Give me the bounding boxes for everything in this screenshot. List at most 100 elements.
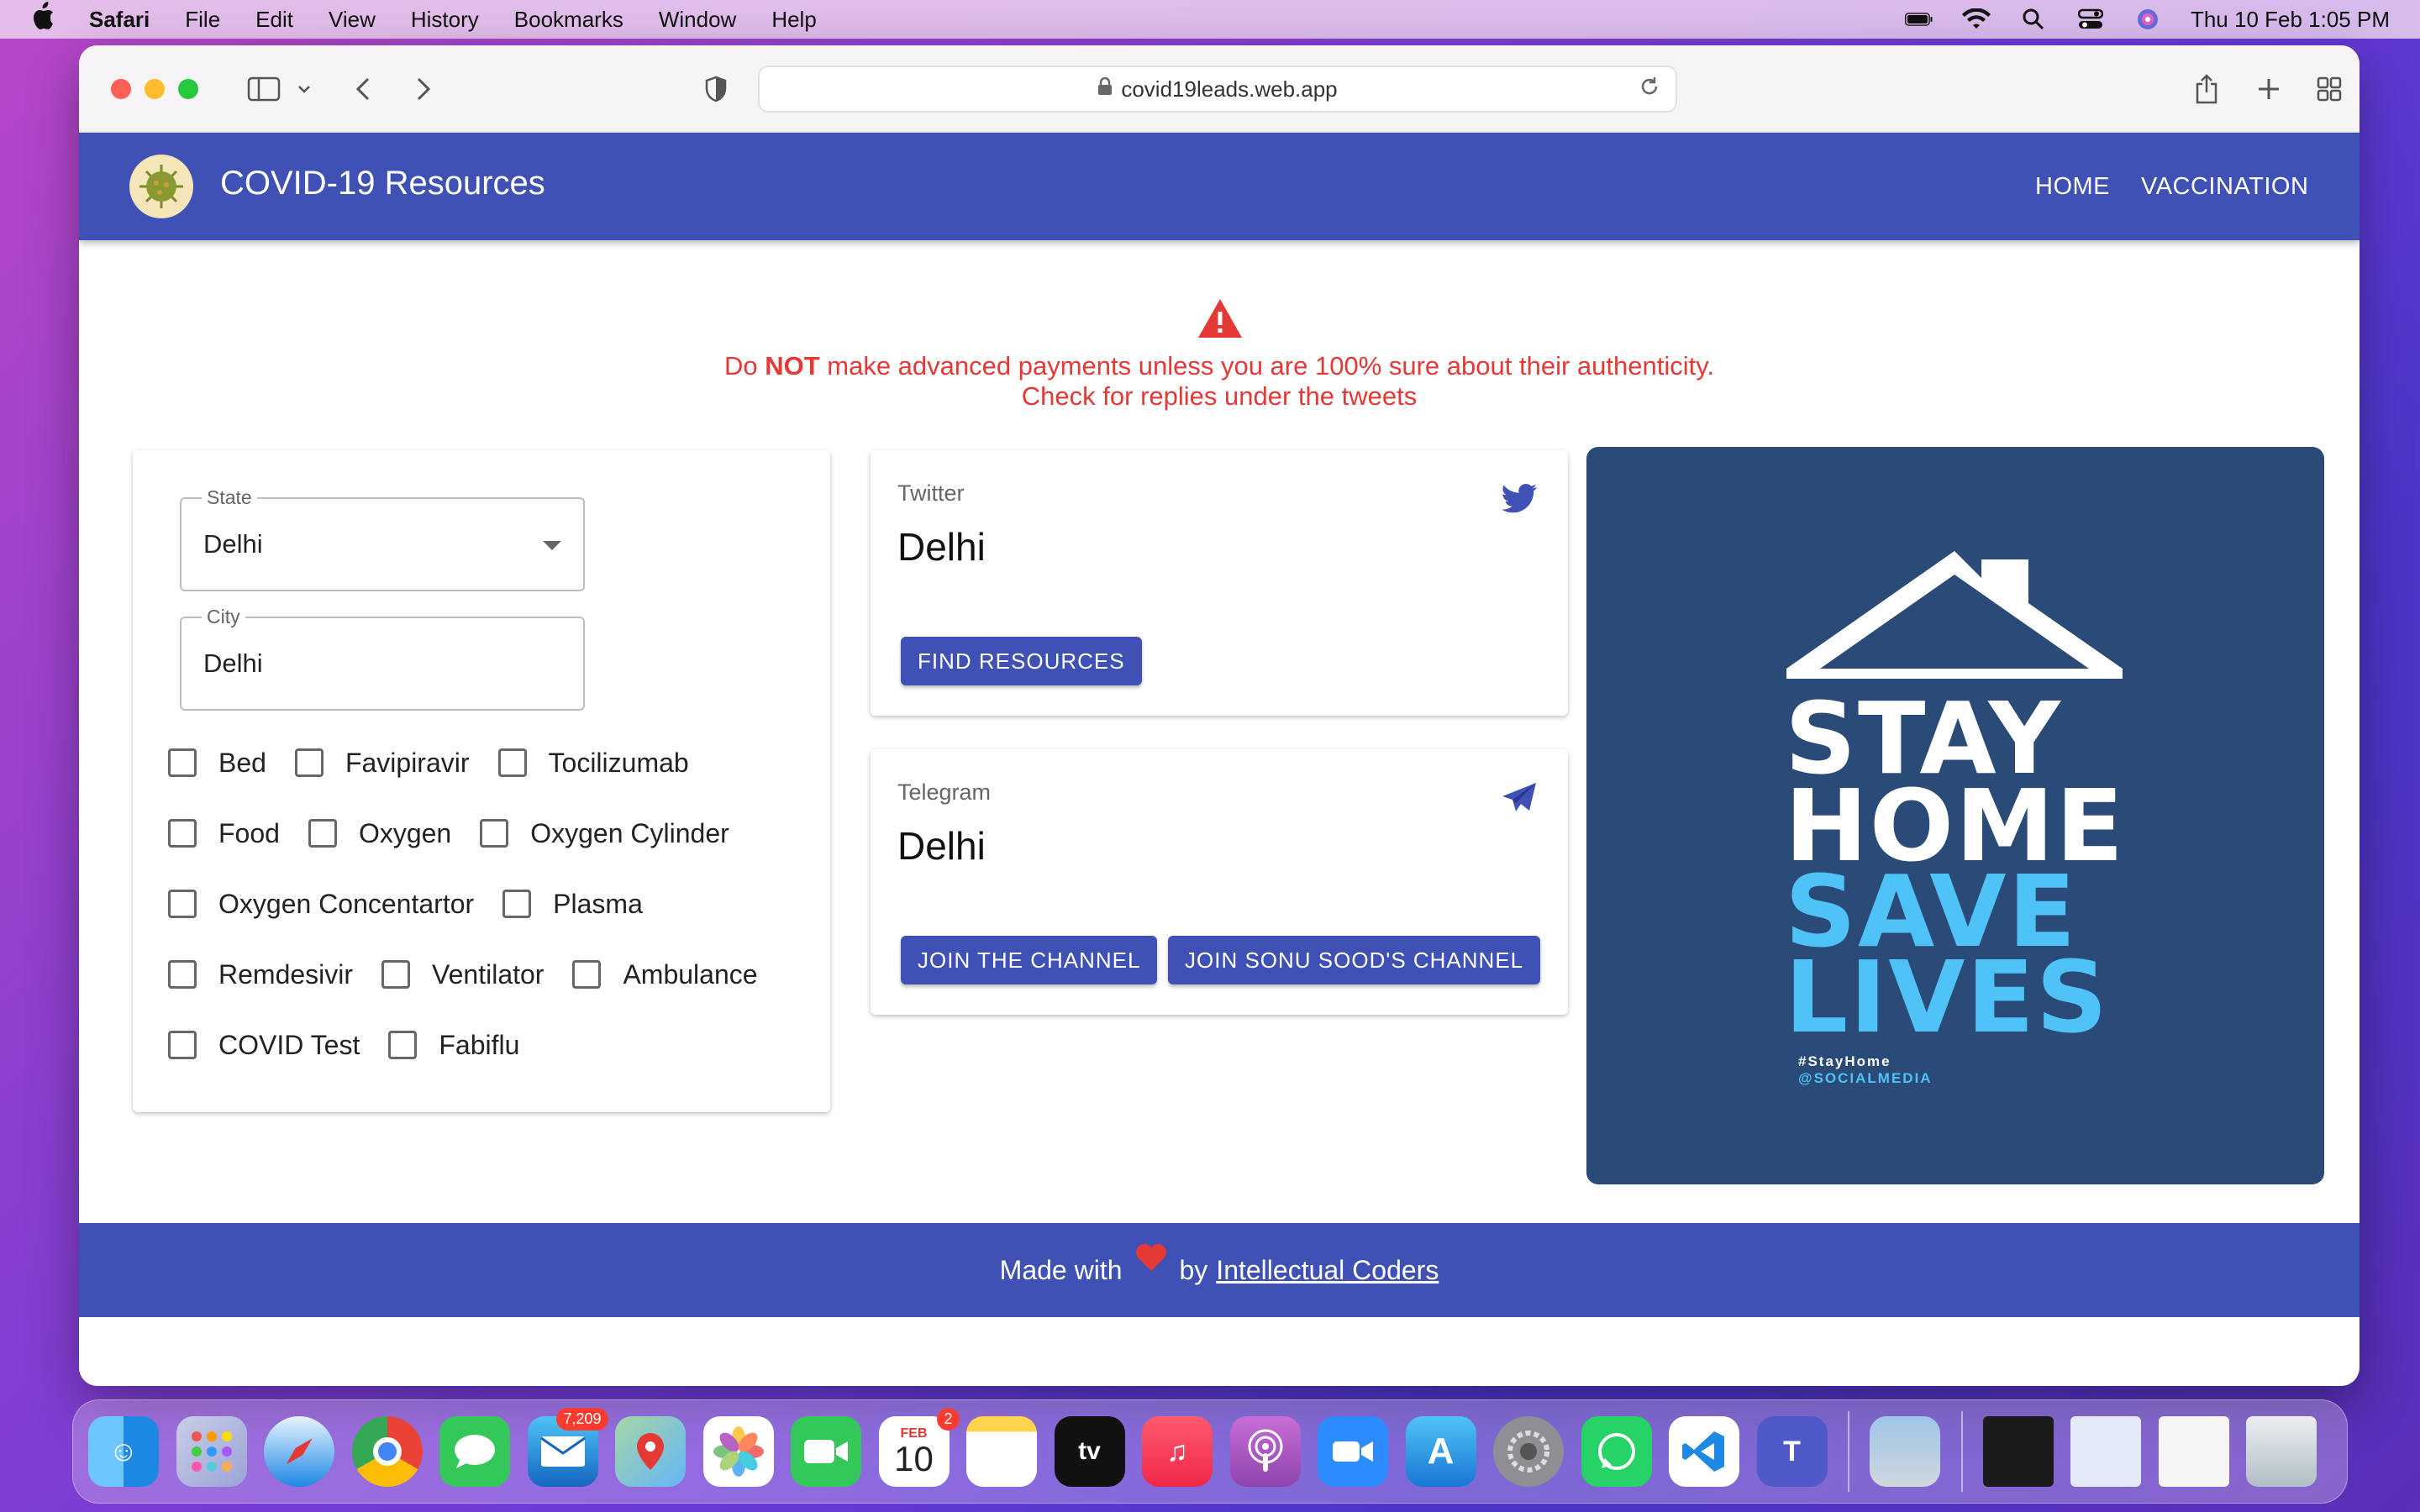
twitter-card-title: Delhi	[897, 525, 986, 569]
checkbox-bed[interactable]: Bed	[168, 748, 266, 779]
checkbox-box[interactable]	[480, 819, 509, 848]
minimized-window-browser[interactable]	[2070, 1416, 2141, 1487]
telegram-card-title: Delhi	[897, 824, 986, 868]
menubar-clock[interactable]: Thu 10 Feb 1:05 PM	[2191, 7, 2390, 33]
checkbox-box[interactable]	[308, 819, 337, 848]
apple-menu-icon[interactable]	[30, 2, 60, 37]
facetime-icon[interactable]	[791, 1416, 861, 1487]
launchpad-icon[interactable]	[176, 1416, 247, 1487]
checkbox-box[interactable]	[168, 748, 197, 777]
nav-home[interactable]: HOME	[2035, 173, 2110, 201]
sidebar-toggle-icon[interactable]	[244, 72, 284, 106]
privacy-shield-icon[interactable]	[701, 72, 731, 106]
share-icon[interactable]	[2190, 72, 2223, 106]
join-sonu-sood-channel-button[interactable]: JOIN SONU SOOD'S CHANNEL	[1168, 936, 1541, 984]
checkbox-oxygen[interactable]: Oxygen	[308, 818, 451, 849]
control-center-icon[interactable]	[2076, 8, 2105, 31]
checkbox-box[interactable]	[388, 1031, 418, 1059]
telegram-send-icon[interactable]	[1501, 781, 1538, 815]
new-tab-icon[interactable]	[2252, 72, 2286, 106]
wifi-icon[interactable]	[1961, 8, 1991, 31]
nav-vaccination[interactable]: VACCINATION	[2141, 173, 2308, 201]
intellectual-coders-link[interactable]: Intellectual Coders	[1216, 1255, 1439, 1286]
checkbox-remdesivir[interactable]: Remdesivir	[168, 959, 353, 990]
reload-icon[interactable]	[1639, 76, 1660, 103]
menu-safari[interactable]: Safari	[89, 7, 150, 33]
music-icon[interactable]: ♫	[1142, 1416, 1213, 1487]
city-input[interactable]: City Delhi	[180, 606, 585, 711]
mail-icon[interactable]: 7,209	[527, 1408, 608, 1487]
checkbox-plasma[interactable]: Plasma	[502, 889, 643, 920]
podcasts-icon[interactable]	[1229, 1416, 1301, 1487]
maps-icon[interactable]	[615, 1416, 686, 1487]
checkbox-label: Bed	[218, 747, 266, 778]
back-icon[interactable]	[348, 72, 378, 106]
preview-icon[interactable]	[1870, 1416, 1940, 1487]
siri-icon[interactable]	[2133, 8, 2162, 31]
teams-icon[interactable]: T	[1756, 1416, 1828, 1487]
checkbox-box[interactable]	[502, 890, 532, 918]
messages-icon[interactable]	[439, 1416, 510, 1487]
maximize-window-button[interactable]	[178, 79, 198, 99]
virus-logo-icon[interactable]	[129, 155, 193, 218]
trash-icon[interactable]	[2246, 1416, 2317, 1487]
calendar-icon[interactable]: FEB 10 2	[878, 1408, 960, 1487]
checkbox-food[interactable]: Food	[168, 818, 280, 849]
checkbox-box[interactable]	[168, 960, 197, 989]
forward-icon[interactable]	[408, 72, 439, 106]
system-preferences-icon[interactable]	[1493, 1416, 1564, 1487]
tab-overview-icon[interactable]	[2312, 72, 2346, 106]
checkbox-fabiflu[interactable]: Fabiflu	[388, 1030, 519, 1061]
checkbox-box[interactable]	[168, 890, 197, 918]
menu-help[interactable]: Help	[771, 7, 816, 33]
macos-menu-bar: Safari File Edit View History Bookmarks …	[0, 0, 2420, 39]
menu-file[interactable]: File	[185, 7, 220, 33]
checkbox-box[interactable]	[572, 960, 602, 989]
menu-window[interactable]: Window	[659, 7, 736, 33]
safari-icon[interactable]	[264, 1416, 334, 1487]
find-resources-button[interactable]: FIND RESOURCES	[901, 637, 1142, 685]
checkbox-oxygen-cylinder[interactable]: Oxygen Cylinder	[480, 818, 729, 849]
checkbox-box[interactable]	[381, 960, 411, 989]
notes-icon[interactable]	[966, 1416, 1037, 1487]
minimized-window-document[interactable]	[2158, 1416, 2229, 1487]
twitter-icon[interactable]	[1501, 482, 1538, 516]
warning-icon	[1198, 299, 1242, 338]
zoom-icon[interactable]	[1318, 1416, 1388, 1487]
checkbox-favipiravir[interactable]: Favipiravir	[294, 748, 470, 779]
chrome-icon[interactable]	[351, 1416, 423, 1487]
close-window-button[interactable]	[111, 79, 131, 99]
address-bar[interactable]: covid19leads.web.app	[758, 66, 1677, 113]
checkbox-box[interactable]	[497, 748, 527, 777]
finder-icon[interactable]: ☺	[88, 1416, 159, 1487]
chevron-down-icon[interactable]	[294, 72, 314, 106]
minimized-window-terminal[interactable]	[1982, 1416, 2054, 1487]
menu-view[interactable]: View	[329, 7, 376, 33]
checkbox-box[interactable]	[168, 819, 197, 848]
checkbox-box[interactable]	[294, 748, 324, 777]
minimize-window-button[interactable]	[145, 79, 165, 99]
app-title[interactable]: COVID-19 Resources	[220, 165, 545, 202]
telegram-card-subtitle: Telegram	[897, 780, 992, 805]
checkbox-ambulance[interactable]: Ambulance	[572, 959, 758, 990]
checkbox-oxygen-concentrator[interactable]: Oxygen Concentartor	[168, 889, 474, 920]
menu-history[interactable]: History	[411, 7, 479, 33]
checkbox-ventilator[interactable]: Ventilator	[381, 959, 544, 990]
photos-icon[interactable]	[702, 1416, 774, 1487]
app-store-icon[interactable]: A	[1405, 1416, 1476, 1487]
vscode-icon[interactable]	[1669, 1416, 1739, 1487]
mail-badge: 7,209	[556, 1408, 608, 1431]
join-channel-button[interactable]: JOIN THE CHANNEL	[901, 936, 1158, 984]
dock-separator	[1960, 1411, 1963, 1492]
state-select[interactable]: State Delhi	[180, 486, 585, 591]
menu-bookmarks[interactable]: Bookmarks	[514, 7, 623, 33]
apple-tv-icon[interactable]: tv	[1054, 1416, 1125, 1487]
spotlight-icon[interactable]	[2019, 8, 2048, 31]
checkbox-tocilizumab[interactable]: Tocilizumab	[497, 748, 689, 779]
checkbox-covid-test[interactable]: COVID Test	[168, 1030, 360, 1061]
whatsapp-icon[interactable]	[1581, 1416, 1652, 1487]
payment-warning: Do NOT make advanced payments unless you…	[79, 351, 2360, 381]
battery-icon[interactable]	[1904, 8, 1933, 31]
checkbox-box[interactable]	[168, 1031, 197, 1059]
menu-edit[interactable]: Edit	[255, 7, 293, 33]
